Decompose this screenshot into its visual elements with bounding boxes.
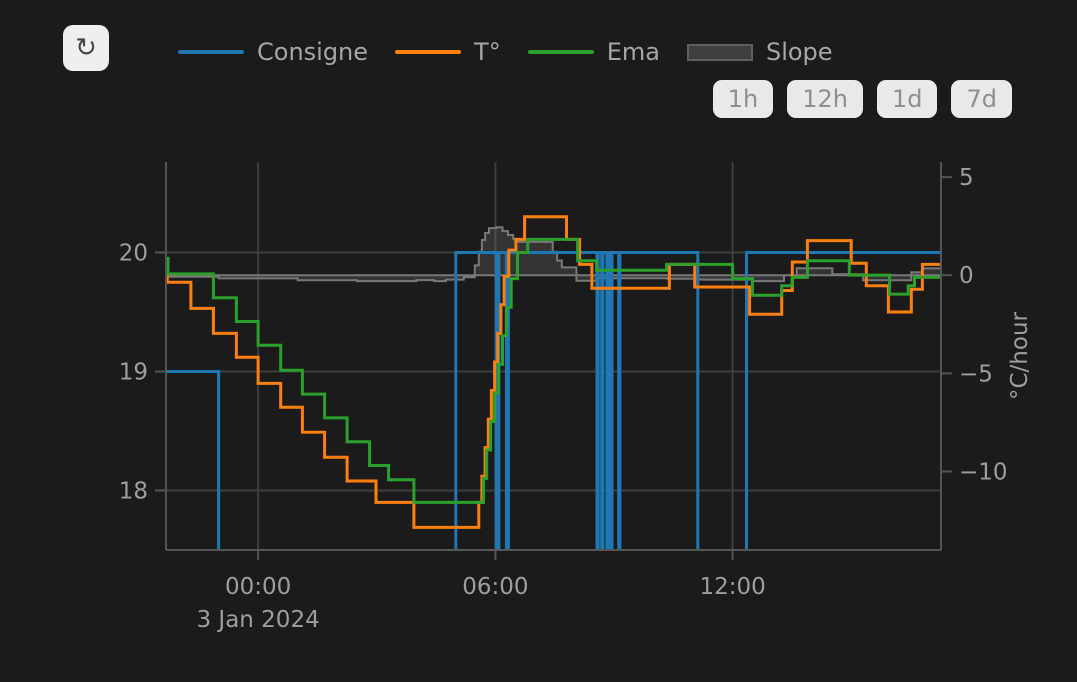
- legend-label: T°: [474, 38, 501, 66]
- range-button-7d[interactable]: 7d: [951, 80, 1012, 118]
- legend-label: Ema: [607, 38, 660, 66]
- slope-area-swatch-icon: [687, 44, 753, 61]
- y-tick-label: 20: [119, 241, 148, 267]
- legend-item-consigne[interactable]: Consigne: [178, 38, 368, 66]
- legend-item-ema[interactable]: Ema: [528, 38, 660, 66]
- chart-legend: Consigne T° Ema Slope: [178, 38, 833, 66]
- axis-labels: 20 19 18 5 0 −5 −10 00:00 06:00 12:00 3 Jan 2024 °C…: [119, 165, 1033, 633]
- legend-label: Consigne: [257, 38, 368, 66]
- temperature-line-swatch-icon: [395, 50, 461, 54]
- axes: [155, 162, 952, 560]
- legend-item-temperature[interactable]: T°: [395, 38, 501, 66]
- ema-line-swatch-icon: [528, 50, 594, 54]
- range-button-1d[interactable]: 1d: [877, 80, 938, 118]
- range-button-12h[interactable]: 12h: [787, 80, 863, 118]
- gridlines: [166, 162, 941, 550]
- refresh-icon: ↻: [75, 35, 97, 61]
- y-tick-label: 18: [119, 479, 148, 505]
- x-tick-label: 06:00: [462, 574, 528, 600]
- y2-tick-label: 0: [959, 263, 974, 289]
- y2-tick-label: 5: [959, 165, 974, 191]
- x-tick-label: 12:00: [699, 574, 765, 600]
- refresh-button[interactable]: ↻: [63, 25, 109, 71]
- y-tick-label: 19: [119, 360, 148, 386]
- x-axis-date-label: 3 Jan 2024: [196, 607, 319, 633]
- consigne-line-swatch-icon: [178, 50, 244, 54]
- thermostat-chart-page: 20 19 18 5 0 −5 −10 00:00 06:00 12:00 3 Jan 2024 °C…: [0, 0, 1077, 682]
- series-slope-area: [166, 227, 941, 281]
- y2-axis-title: °C/hour: [1007, 311, 1033, 400]
- y2-tick-label: −10: [959, 460, 1008, 486]
- range-button-1h[interactable]: 1h: [713, 80, 773, 118]
- y2-tick-label: −5: [959, 361, 993, 387]
- range-buttons: 1h 12h 1d 7d: [713, 80, 1012, 118]
- legend-label: Slope: [766, 38, 833, 66]
- x-tick-label: 00:00: [225, 574, 291, 600]
- series-consigne-line: [166, 253, 941, 610]
- legend-item-slope[interactable]: Slope: [687, 38, 833, 66]
